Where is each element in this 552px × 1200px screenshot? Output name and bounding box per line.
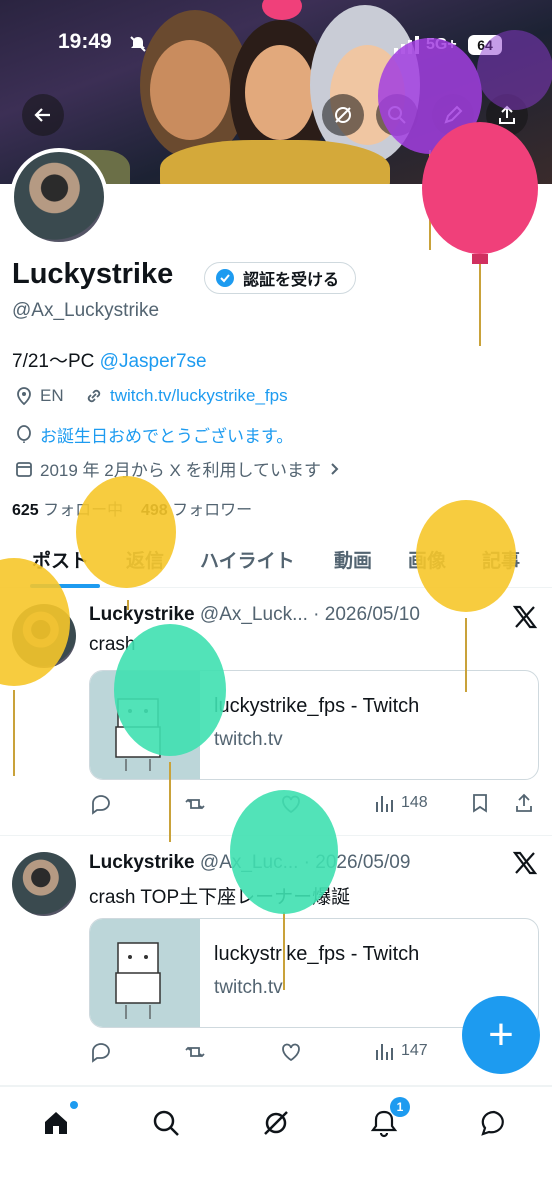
compose-button[interactable]: + xyxy=(462,996,540,1074)
balloon-purple-small xyxy=(477,30,552,110)
home-unread-dot xyxy=(70,1101,78,1109)
balloon-teal-lower xyxy=(230,790,338,990)
grok-icon xyxy=(264,1111,288,1135)
nav-messages[interactable] xyxy=(474,1103,514,1143)
search-icon xyxy=(153,1110,179,1136)
balloon-yellow-left xyxy=(76,476,176,610)
messages-icon xyxy=(481,1110,504,1136)
home-icon xyxy=(45,1112,67,1134)
balloon-pink xyxy=(422,122,538,346)
nav-search[interactable] xyxy=(146,1103,186,1143)
nav-notifications[interactable]: 1 xyxy=(364,1097,410,1143)
bottom-navigation: 1 xyxy=(0,1086,552,1200)
notifications-badge: 1 xyxy=(390,1097,410,1117)
balloon-yellow-edge xyxy=(0,558,70,776)
balloon-yellow-right xyxy=(416,500,516,692)
nav-grok[interactable] xyxy=(256,1103,296,1143)
balloon-red-top xyxy=(262,0,302,20)
balloon-teal-upper xyxy=(114,624,226,842)
birthday-balloons xyxy=(0,0,552,990)
compose-plus-icon: + xyxy=(488,1010,514,1059)
nav-home[interactable] xyxy=(36,1101,78,1143)
